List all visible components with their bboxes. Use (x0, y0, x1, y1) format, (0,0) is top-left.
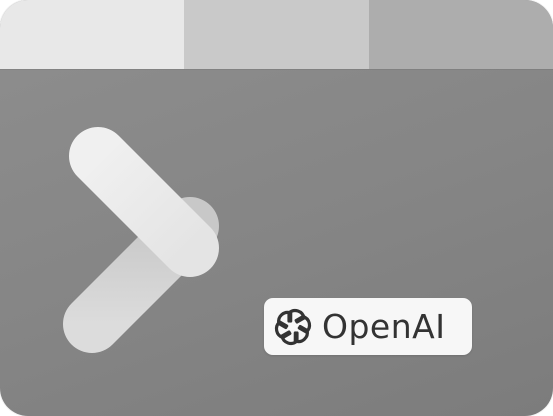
openai-badge: OpenAI (264, 298, 472, 355)
openai-logo-icon (274, 308, 312, 345)
chevron-upper-arm (69, 127, 219, 277)
terminal-app-icon: OpenAI (0, 0, 553, 416)
openai-wordmark: OpenAI (322, 307, 446, 346)
